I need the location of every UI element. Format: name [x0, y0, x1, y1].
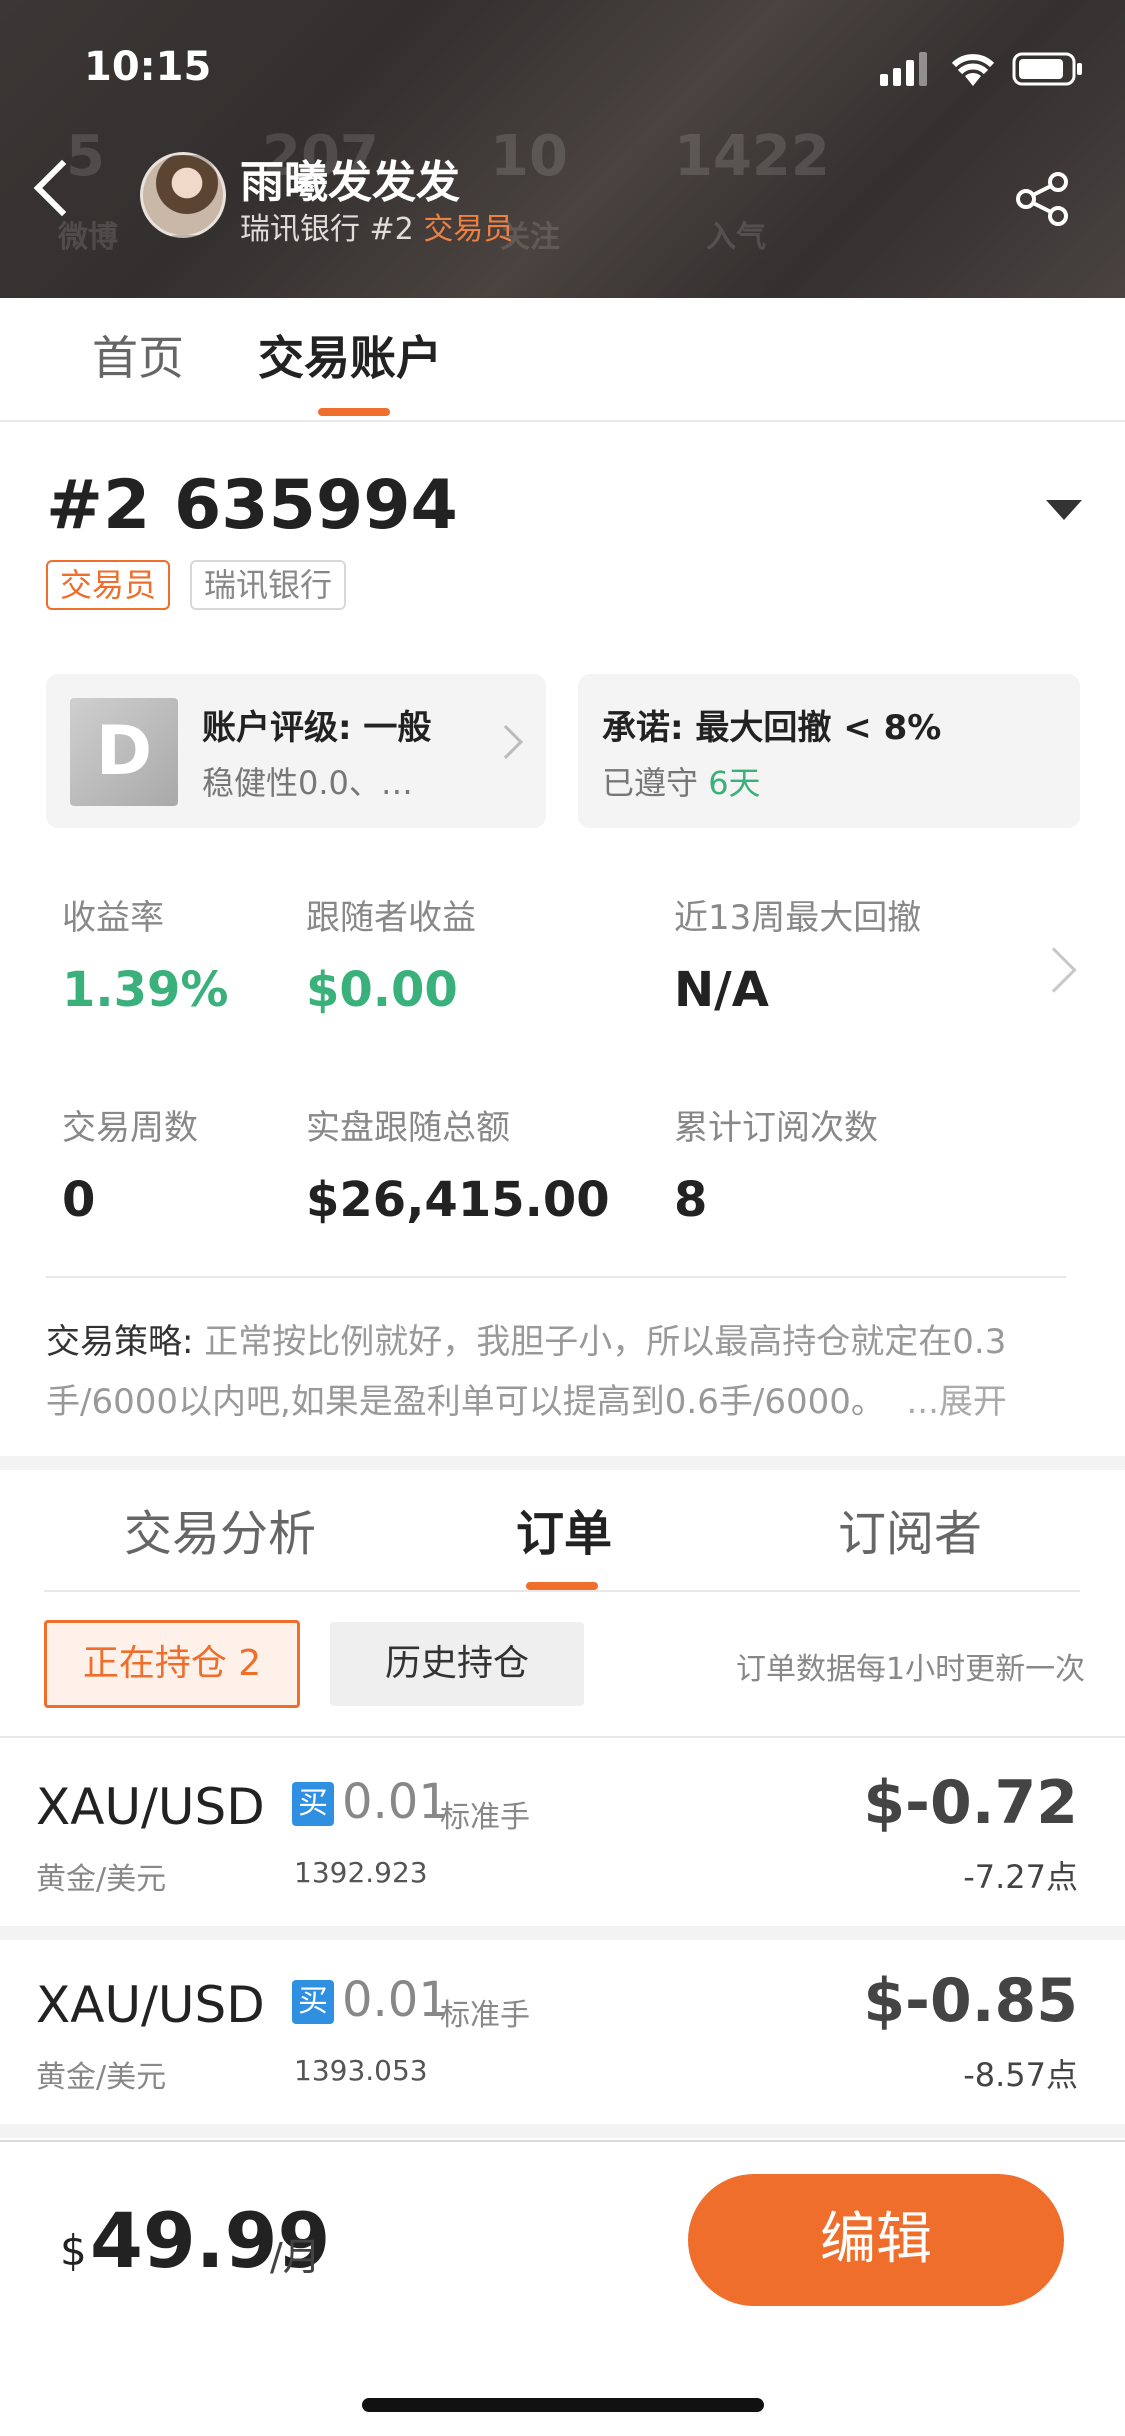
divider [46, 1276, 1066, 1278]
subscription-count-label: 累计订阅次数 [674, 1108, 878, 1148]
wifi-icon [948, 48, 998, 88]
tab-trade-analysis[interactable]: 交易分析 [124, 1494, 316, 1564]
account-id: #2 635994 [46, 466, 458, 545]
update-note: 订单数据每1小时更新一次 [736, 1652, 1086, 1687]
buy-badge: 买 [292, 1782, 334, 1826]
pledge-card[interactable]: 承诺: 最大回撤 < 8% 已遵守 6天 [578, 674, 1080, 828]
return-label: 收益率 [62, 898, 164, 938]
buy-badge: 买 [292, 1980, 334, 2024]
user-name: 雨曦发发发 [240, 157, 460, 208]
chevron-right-icon[interactable] [1031, 947, 1077, 993]
follow-total-label: 实盘跟随总额 [306, 1108, 510, 1148]
order-points: -7.27点 [963, 1858, 1078, 1896]
max-drawdown-value: N/A [674, 962, 769, 1018]
follower-return-label: 跟随者收益 [306, 898, 476, 938]
order-pnl: $-0.72 [863, 1768, 1078, 1838]
user-subtitle: 瑞讯银行 #2 交易员 [240, 204, 513, 248]
tag-bank: 瑞讯银行 [190, 560, 347, 610]
trading-weeks-label: 交易周数 [62, 1108, 198, 1148]
order-pnl: $-0.85 [863, 1966, 1078, 2036]
follow-total-value: $26,415.00 [306, 1172, 610, 1228]
active-tab-indicator [526, 1582, 598, 1590]
battery-icon [1012, 52, 1084, 86]
strategy-text: 交易策略: 正常按比例就好，我胆子小，所以最高持仓就定在0.3手/6000以内吧… [46, 1312, 1066, 1432]
grade-title: 账户评级: 一般 [202, 708, 432, 748]
order-lot: 0.01 [342, 1774, 449, 1830]
signal-icon [880, 52, 932, 86]
pledge-days: 6天 [708, 764, 761, 802]
expand-link[interactable]: ...展开 [906, 1382, 1006, 1422]
active-tab-indicator [318, 408, 390, 416]
order-symbol-name: 黄金/美元 [36, 2060, 167, 2095]
user-role: 交易员 [423, 212, 514, 247]
divider [0, 420, 1125, 422]
follower-return-value: $0.00 [306, 962, 458, 1018]
return-value: 1.39% [62, 962, 229, 1018]
home-indicator[interactable] [362, 2398, 764, 2412]
pledge-title: 承诺: 最大回撤 < 8% [602, 708, 942, 748]
tab-subscribers[interactable]: 订阅者 [838, 1494, 982, 1564]
row-gap [0, 1926, 1125, 1940]
order-row[interactable]: XAU/USD 黄金/美元 买 0.01 标准手 1393.053 $-0.85… [0, 1940, 1125, 2124]
pledge-status-label: 已遵守 [602, 764, 709, 802]
divider [0, 2140, 1125, 2142]
max-drawdown-label: 近13周最大回撤 [674, 898, 922, 938]
pledge-status: 已遵守 6天 [602, 758, 761, 804]
price-period: /月 [270, 2235, 321, 2279]
row-gap [0, 2124, 1125, 2138]
account-grade-card[interactable]: D 账户评级: 一般 稳健性0.0、… [46, 674, 546, 828]
order-points: -8.57点 [963, 2056, 1078, 2094]
caret-down-icon[interactable] [1046, 500, 1082, 520]
order-row[interactable]: XAU/USD 黄金/美元 买 0.01 标准手 1392.923 $-0.72… [0, 1738, 1125, 1926]
order-symbol: XAU/USD [36, 1778, 265, 1836]
order-lot-unit: 标准手 [440, 1998, 530, 2033]
ghost-label: 入气 [706, 220, 766, 255]
ghost-stat: 10 [490, 124, 568, 189]
open-positions-button[interactable]: 正在持仓 2 [44, 1620, 300, 1708]
subscription-count-value: 8 [674, 1172, 708, 1228]
chevron-right-icon [489, 725, 523, 759]
tab-trading-account[interactable]: 交易账户 [258, 322, 442, 388]
tab-orders[interactable]: 订单 [516, 1494, 612, 1564]
trading-weeks-value: 0 [62, 1172, 96, 1228]
grade-subtitle: 稳健性0.0、… [202, 764, 413, 802]
ghost-stat: 1422 [674, 124, 830, 189]
status-time: 10:15 [84, 44, 212, 90]
grade-badge: D [70, 698, 178, 806]
section-gap [0, 1456, 1125, 1470]
profile-header: 5 微博 207 10 关注 1422 入气 10:15 雨曦发发发 瑞讯银行 … [0, 0, 1125, 298]
strategy-label: 交易策略: [46, 1322, 194, 1362]
share-icon[interactable] [1012, 168, 1074, 230]
order-open-price: 1393.053 [294, 2054, 428, 2087]
order-lot: 0.01 [342, 1972, 449, 2028]
history-positions-button[interactable]: 历史持仓 [330, 1622, 584, 1706]
order-symbol-name: 黄金/美元 [36, 1862, 167, 1897]
divider [44, 1590, 1080, 1592]
edit-button[interactable]: 编辑 [688, 2174, 1064, 2306]
order-open-price: 1392.923 [294, 1856, 428, 1889]
order-lot-unit: 标准手 [440, 1800, 530, 1835]
tag-trader: 交易员 [46, 560, 171, 610]
user-bank: 瑞讯银行 [240, 212, 360, 247]
user-rank: #2 [369, 212, 414, 247]
tab-home[interactable]: 首页 [92, 322, 184, 388]
price-currency: $ [60, 2226, 87, 2275]
ghost-label: 微博 [58, 220, 118, 255]
avatar[interactable] [140, 152, 226, 238]
order-symbol: XAU/USD [36, 1976, 265, 2034]
